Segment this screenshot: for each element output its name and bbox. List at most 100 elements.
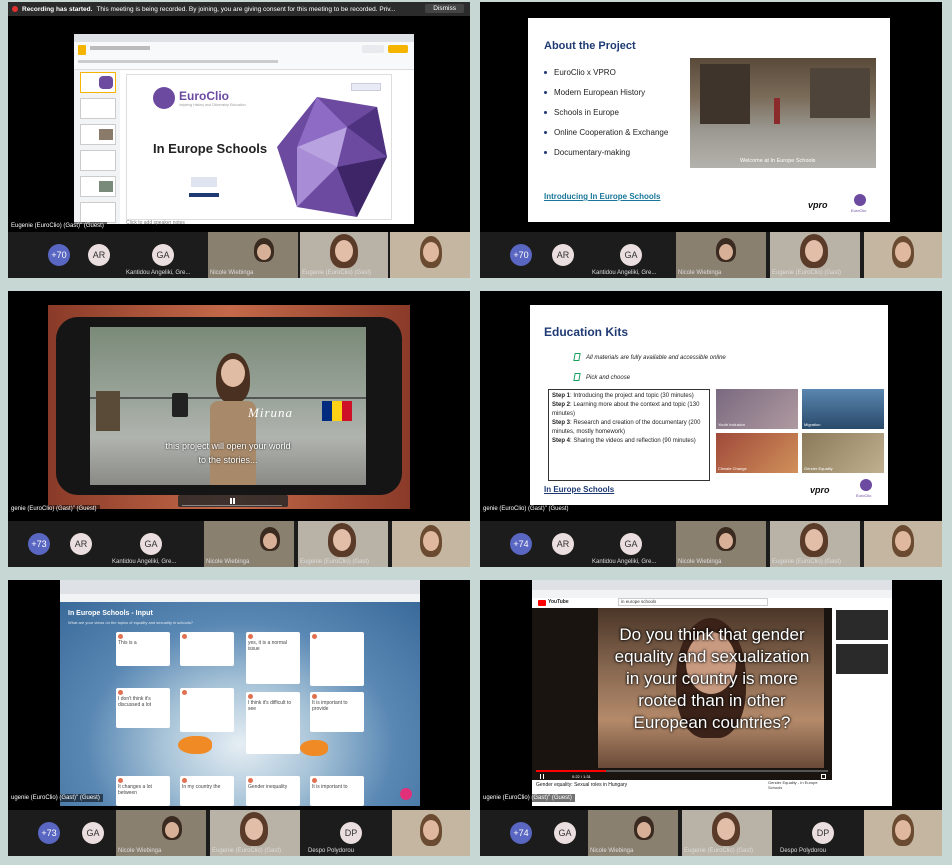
progress-bar[interactable] — [536, 770, 828, 772]
browser-tabs[interactable] — [74, 34, 414, 42]
more-participants-count[interactable]: +74 — [510, 533, 532, 555]
avatar-dp: DP — [812, 822, 834, 844]
sticky-note[interactable]: In my country the — [180, 776, 234, 806]
euroclio-logo-icon — [153, 87, 175, 109]
participant-video: Eugenie (EuroClio) (Gast) — [300, 232, 388, 278]
bullet-item: EuroClio x VPRO — [544, 68, 668, 77]
website-link[interactable]: In Europe Schools — [544, 485, 614, 494]
bullet-item: Documentary-making — [544, 148, 668, 157]
presenter-label: genie (EuroClio) (Gast)" (Guest) — [480, 505, 572, 513]
panel-middle-left: Miruna this project will open your world… — [8, 291, 470, 567]
participant-video — [864, 810, 942, 856]
address-bar[interactable] — [60, 594, 420, 602]
thumbnail-6[interactable] — [80, 202, 116, 223]
record-icon — [12, 6, 18, 12]
toolbar-icons[interactable] — [78, 60, 278, 63]
kit-tile-migration[interactable]: Migration — [802, 389, 884, 429]
youtube-logo-icon[interactable] — [538, 600, 546, 606]
avatar-dp: DP — [340, 822, 362, 844]
slide-title: In Europe Schools — [153, 141, 268, 156]
sticky-note[interactable] — [310, 632, 364, 686]
more-participants-count[interactable]: +70 — [48, 244, 70, 266]
screen-share: About the Project EuroClio x VPRO Modern… — [480, 2, 942, 230]
sticky-note[interactable]: I think it's difficult to see — [246, 692, 300, 754]
thumbnail-5[interactable] — [80, 176, 116, 197]
browser-tabs[interactable] — [532, 580, 892, 590]
share-button[interactable] — [388, 45, 408, 53]
step-3: Step 3: Research and creation of the doc… — [552, 420, 701, 435]
slide-thumbnails[interactable] — [74, 70, 120, 224]
sticky-note[interactable]: It is important to provide — [310, 692, 364, 732]
participant-name: Eugenie (EuroClio) (Gast) — [302, 270, 372, 276]
related-thumbnail[interactable] — [836, 610, 888, 640]
dismiss-button[interactable]: Dismiss — [425, 4, 464, 13]
address-bar[interactable] — [532, 590, 892, 598]
participant-name: Nicole Wiebinga — [590, 848, 634, 854]
video-frame: Miruna this project will open your world… — [48, 305, 410, 509]
participant-name: Nicole Wiebinga — [206, 559, 250, 565]
add-note-button[interactable] — [400, 788, 412, 800]
participant-strip: +74 AR GA Kantidou Angeliki, Gre... Nico… — [480, 521, 942, 567]
browser-tabs[interactable] — [60, 580, 420, 594]
participant-video: Nicole Wiebinga — [208, 232, 298, 278]
photo-caption: Welcome at In Europe Schools — [740, 158, 816, 164]
video-player[interactable]: Do you think that gender equality and se… — [532, 608, 832, 780]
fullscreen-icon[interactable] — [821, 774, 826, 779]
speaker-notes[interactable]: Click to add speaker notes — [126, 220, 185, 226]
participant-video: Eugenie (EuroClio) (Gast) — [682, 810, 772, 856]
slide-title: About the Project — [544, 40, 636, 52]
participant-name: Kantidou Angeliki, Gre... — [592, 559, 657, 565]
more-participants-count[interactable]: +70 — [510, 244, 532, 266]
euroclio-logo-text: EuroClio — [856, 493, 872, 498]
screen-share: Miruna this project will open your world… — [8, 291, 470, 519]
search-input[interactable]: in europe schools — [618, 598, 768, 606]
kit-tile-youth[interactable]: Youth Inclusion — [716, 389, 798, 429]
thumbnail-3[interactable] — [80, 124, 116, 145]
present-button[interactable] — [362, 45, 384, 53]
screen-share: Recording has started. This meeting is b… — [8, 2, 470, 230]
play-pause-icon[interactable] — [230, 498, 235, 504]
kit-tile-gender[interactable]: Gender Equality — [802, 433, 884, 473]
video-title: Gender equality: Sexual roles in Hungary — [536, 782, 628, 788]
intro-link[interactable]: Introducing In Europe Schools — [544, 192, 660, 201]
participant-name: Kantidou Angeliki, Gre... — [126, 270, 191, 276]
avatar-ga: GA — [140, 533, 162, 555]
participant-video: Eugenie (EuroClio) (Gast) — [770, 232, 860, 278]
sticky-note[interactable]: It is important to — [310, 776, 364, 806]
panel-top-right: About the Project EuroClio x VPRO Modern… — [480, 2, 942, 278]
sticky-note[interactable]: It changes a lot between — [116, 776, 170, 806]
more-participants-count[interactable]: +73 — [28, 533, 50, 555]
slides-toolbar[interactable] — [74, 42, 414, 70]
eu-flag-icon — [351, 83, 381, 91]
slide-tagline: Inspiring History and Citizenship Educat… — [179, 103, 246, 107]
more-participants-count[interactable]: +73 — [38, 822, 60, 844]
sticky-note[interactable] — [180, 632, 234, 666]
slide-logo-text: EuroClio — [179, 89, 229, 103]
participant-video: Nicole Wiebinga — [676, 232, 766, 278]
step-2: Step 2: Learning more about the context … — [552, 402, 700, 417]
sticky-note[interactable]: Gender inequality — [246, 776, 300, 806]
avatar-ga: GA — [82, 822, 104, 844]
thumbnail-1[interactable] — [80, 72, 116, 93]
presenter-label: ugenie (EuroClio) (Gast)" (Guest) — [8, 794, 103, 802]
play-icon[interactable] — [540, 774, 544, 779]
participant-strip: +70 AR GA Kantidou Angeliki, Gre... Nico… — [480, 232, 942, 278]
sticky-note[interactable]: I don't think it's discussed a lot — [116, 688, 170, 728]
related-title[interactable]: Gender Equality - In Europe Schools — [768, 780, 828, 790]
participant-name: Kantidou Angeliki, Gre... — [112, 559, 177, 565]
more-participants-count[interactable]: +74 — [510, 822, 532, 844]
subtitle-line-2: to the stories... — [198, 455, 258, 465]
sticky-note[interactable] — [180, 688, 234, 732]
kit-tile-climate[interactable]: Climate Change — [716, 433, 798, 473]
panel-bottom-left: In Europe Schools - Input What are your … — [8, 580, 470, 856]
presenter-label: genie (EuroClio) (Gast)" (Guest) — [8, 505, 100, 513]
participant-name: Eugenie (EuroClio) (Gast) — [300, 559, 370, 565]
related-thumbnail[interactable] — [836, 644, 888, 674]
video-controls[interactable] — [178, 495, 288, 507]
participant-video: Eugenie (EuroClio) (Gast) — [210, 810, 300, 856]
sticky-note[interactable]: yes, it is a normal issue — [246, 632, 300, 684]
slide-line-2: Pick and choose — [586, 375, 631, 381]
sticky-note[interactable]: This is a — [116, 632, 170, 666]
thumbnail-2[interactable] — [80, 98, 116, 119]
thumbnail-4[interactable] — [80, 150, 116, 171]
